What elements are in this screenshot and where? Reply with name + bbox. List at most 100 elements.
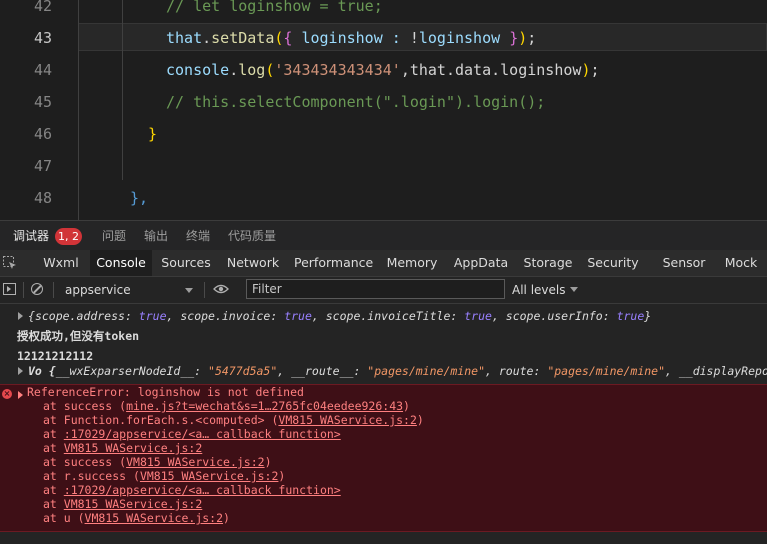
context-select[interactable]: appservice [59,280,199,300]
token: '343434343434' [274,61,401,79]
line-number: 44 [33,61,52,79]
toolbar-divider [204,282,205,298]
expand-arrow-icon[interactable] [18,367,23,375]
stack-frame-text: at r.success ( [43,469,140,483]
expand-arrow-icon[interactable] [18,312,23,320]
indent-guide [78,0,79,220]
token: console [166,61,230,79]
inspect-element-icon[interactable] [3,256,17,270]
stack-frame-text: ) [403,399,410,413]
source-link[interactable]: VM815 WAService.js:2 [126,455,264,469]
console-message[interactable]: {scope.address: true, scope.invoice: tru… [0,308,767,324]
error-title: ReferenceError: loginshow is not defined [27,385,304,399]
code-line-44: console.log('343434343434',that.data.log… [166,61,600,79]
source-link[interactable]: VM815 WAService.js:2 [278,413,416,427]
token: that [166,29,203,47]
tab-sources[interactable]: Sources [158,250,214,276]
console-message: 12121212112 [17,349,94,363]
source-link[interactable]: VM815 WAService.js:2 [64,441,202,455]
token: ,that.data.loginshow [400,61,582,79]
log-levels-dropdown[interactable]: All levels [512,280,579,300]
tab-terminal[interactable]: 终端 [186,221,210,251]
stack-frame: at success (VM815 WAService.js:2) [43,455,272,469]
tab-security[interactable]: Security [587,250,639,276]
stack-frame: at success (mine.js?t=wechat&s=1…2765fc0… [43,399,410,413]
token: . [229,61,239,79]
tab-sensor[interactable]: Sensor [660,250,708,276]
token: loginshow [418,29,510,47]
code-line-48: }, [130,189,149,207]
stack-frame: at :17029/appservice/<a… callback functi… [43,427,341,441]
toolbar-divider [53,282,54,298]
tab-storage[interactable]: Storage [521,250,575,276]
stack-frame-text: at u ( [43,511,85,525]
indent-guide [122,0,123,180]
source-link[interactable]: VM815 WAService.js:2 [140,469,278,483]
show-sidebar-icon[interactable] [3,283,16,295]
tab-memory[interactable]: Memory [384,250,440,276]
line-number: 45 [33,93,52,111]
error-message[interactable]: × ReferenceError: loginshow is not defin… [0,384,767,532]
tab-wxml[interactable]: Wxml [36,250,86,276]
live-expression-eye-icon[interactable] [213,284,229,294]
code-line-45: // this.selectComponent(".login").login(… [166,93,546,111]
tab-appdata[interactable]: AppData [452,250,510,276]
clear-console-icon[interactable] [31,283,43,295]
token: ; [527,29,537,47]
stack-frame: at u (VM815 WAService.js:2) [43,511,230,525]
console-output[interactable]: {scope.address: true, scope.invoice: tru… [0,304,767,544]
console-toolbar: appservice All levels [0,277,767,304]
console-message: 授权成功,但没有token [17,329,140,343]
tab-performance[interactable]: Performance [294,250,373,276]
line-number: 46 [33,125,52,143]
source-link[interactable]: :17029/appservice/<a… callback function> [64,483,341,497]
tab-code-quality[interactable]: 代码质量 [228,221,276,251]
stack-frame-text: at Function.forEach.s.<computed> ( [43,413,279,427]
token: ) [518,29,528,47]
stack-frame: at r.success (VM815 WAService.js:2) [43,469,285,483]
stack-frame-text: at [43,497,64,511]
error-count-badge: 1, 2 [55,228,82,245]
line-number: 47 [33,157,52,175]
code-line-42: // let loginshow = true; [166,0,383,15]
log-object: Vo {__wxExparserNodeId__: "5477d5a5", __… [28,364,767,378]
token: log [238,61,266,79]
token: setData [211,29,275,47]
stack-frame: at Function.forEach.s.<computed> (VM815 … [43,413,424,427]
token: loginshow : [292,29,410,47]
stack-frame-text: at success ( [43,399,127,413]
code-editor[interactable]: 42 43 44 45 46 47 48 // let loginshow = … [0,0,767,220]
expand-arrow-icon[interactable] [18,391,23,399]
stack-frame-text: ) [416,413,424,427]
tab-debugger[interactable]: 调试器 [13,221,49,251]
code-line-46: } [148,125,158,143]
source-link[interactable]: :17029/appservice/<a… callback function> [64,427,341,441]
filter-input[interactable] [246,279,505,299]
error-icon: × [2,389,12,399]
token: . [202,29,212,47]
tab-network[interactable]: Network [224,250,282,276]
stack-frame-text: ) [264,455,272,469]
line-number: 43 [33,29,52,47]
token: } [509,29,519,47]
code-line-43: that.setData({ loginshow : !loginshow })… [166,29,536,47]
token: ; [590,61,600,79]
tab-problems[interactable]: 问题 [102,221,126,251]
source-link[interactable]: VM815 WAService.js:2 [64,497,202,511]
tab-console[interactable]: Console [90,250,152,276]
source-link[interactable]: VM815 WAService.js:2 [85,511,223,525]
stack-frame-text: ) [223,511,230,525]
toolbar-divider [23,282,24,298]
line-number: 48 [33,189,52,207]
source-link[interactable]: mine.js?t=wechat&s=1…2765fc04eedee926:43 [126,399,403,413]
console-message[interactable]: Vo {__wxExparserNodeId__: "5477d5a5", __… [0,363,767,379]
chevron-down-icon [570,287,579,292]
tab-mock[interactable]: Mock [722,250,760,276]
tab-output[interactable]: 输出 [144,221,168,251]
stack-frame: at VM815 WAService.js:2 [43,441,202,455]
context-select-value: appservice [65,283,131,297]
log-levels-label: All levels [512,283,566,297]
chevron-down-icon [185,288,193,293]
stack-frame-text: at [43,483,64,497]
stack-frame-text: at success ( [43,455,127,469]
